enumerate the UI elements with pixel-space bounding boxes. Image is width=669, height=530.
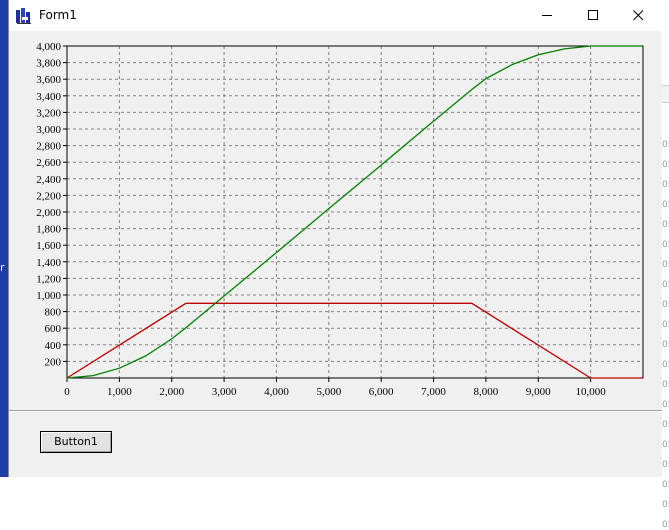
background-app-row: 05 [662,440,669,450]
x-tick-label: 2,000 [159,386,184,398]
x-tick-label: 7,000 [421,386,446,398]
y-tick-label: 2,800 [36,141,61,153]
x-tick-label: 8,000 [474,386,499,398]
y-tick-label: 2,400 [36,174,61,186]
y-tick-label: 3,800 [36,58,61,70]
background-app-row: 05 [662,500,669,510]
background-app-row: 05 [662,300,669,310]
close-icon [633,10,644,21]
background-app-row: 05 [662,220,669,230]
delphi-app-icon [15,7,33,25]
x-tick-label: 0 [64,386,70,398]
series-line-1 [67,303,643,378]
y-tick-label: 1,200 [36,273,61,285]
y-tick-label: 2,000 [36,207,61,219]
line-chart: 0 1,000 2,000 3,000 4,000 5,000 6,000 7,000 8,00… [9,31,662,409]
background-app-row: 05 [662,240,669,250]
y-tick-label: 3,600 [36,74,61,86]
title-bar[interactable]: Form1 [9,0,662,31]
y-tick-label: 1,000 [36,290,61,302]
x-tick-label: 1,000 [107,386,132,398]
background-app-toolbar [662,85,669,103]
minimize-button[interactable] [525,0,571,31]
background-app-row: 05 [662,480,669,490]
background-app-row: 05 [662,280,669,290]
y-tick-label: 1,800 [36,224,61,236]
button1-label: Button1 [41,432,111,452]
background-app-fragment: 0505050505050505050505050505050505050505 [662,0,669,477]
background-app-row: 05 [662,140,669,150]
x-tick-label: 5,000 [316,386,341,398]
maximize-button[interactable] [571,0,617,31]
desktop-background-left: r [0,0,8,477]
background-app-row: 05 [662,520,669,530]
y-tick-label: 1,600 [36,240,61,252]
background-app-row: 05 [662,340,669,350]
x-tick-label: 10,000 [576,386,607,398]
x-tick-label: 3,000 [212,386,237,398]
form1-window: Form1 0 1,000 2,000 3,000 4,000 5,000 6,000 7,0… [8,0,663,477]
minimize-icon [542,10,553,21]
background-app-row: 05 [662,380,669,390]
background-app-row: 05 [662,460,669,470]
y-tick-label: 2,600 [36,157,61,169]
background-app-row: 05 [662,160,669,170]
form-divider [9,410,662,412]
button1[interactable]: Button1 [40,431,112,453]
y-tick-label: 800 [45,307,62,319]
background-app-row: 05 [662,260,669,270]
window-title: Form1 [39,8,77,22]
maximize-icon [588,10,599,21]
y-tick-label: 3,200 [36,107,61,119]
background-app-row: 05 [662,180,669,190]
y-tick-label: 3,000 [36,124,61,136]
background-app-row: 05 [662,200,669,210]
y-tick-label: 3,400 [36,91,61,103]
y-tick-label: 4,000 [36,41,61,53]
y-tick-label: 400 [45,340,62,352]
background-app-row: 05 [662,320,669,330]
desktop-text-fragment: r [0,262,6,274]
y-tick-label: 200 [45,356,62,368]
close-button[interactable] [616,0,662,31]
background-app-row: 05 [662,400,669,410]
y-tick-label: 600 [45,323,62,335]
x-tick-label: 9,000 [526,386,551,398]
x-tick-label: 6,000 [369,386,394,398]
background-app-row: 05 [662,360,669,370]
y-tick-label: 1,400 [36,257,61,269]
x-tick-label: 4,000 [264,386,289,398]
y-tick-label: 2,200 [36,190,61,202]
background-app-row: 05 [662,420,669,430]
